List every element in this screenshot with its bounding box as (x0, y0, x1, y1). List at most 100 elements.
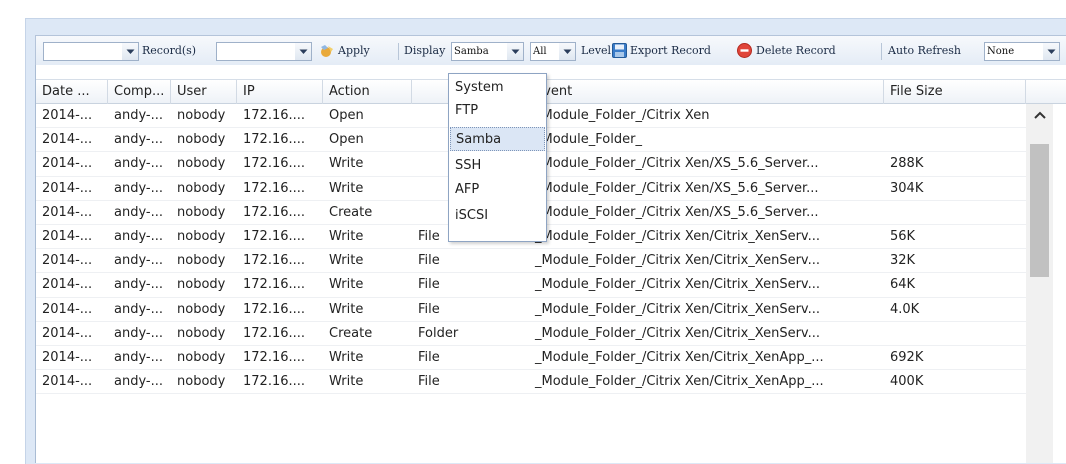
cell-action: Write (329, 180, 364, 196)
cell-computer: andy-... (114, 108, 164, 123)
dropdown-option-afp[interactable]: AFP (450, 178, 545, 202)
scroll-up-button[interactable] (1026, 104, 1053, 126)
cell-computer: andy-... (114, 349, 164, 365)
cell-action: Open (329, 108, 364, 123)
cell-event: _Module_Folder_/Citrix Xen/XS_5.6_Server… (535, 156, 819, 172)
cell-event: _Module_Folder_/Citrix Xen (535, 108, 710, 123)
cell-ip: 172.16.... (243, 349, 306, 365)
column-header-date[interactable]: Date ... (36, 80, 108, 104)
column-header-user[interactable]: User (171, 80, 237, 104)
cell-ip: 172.16.... (243, 132, 306, 148)
export-record-button[interactable]: Export Record (612, 36, 711, 65)
chevron-down-icon (126, 49, 134, 54)
filter-combo[interactable] (43, 42, 123, 61)
column-header-action[interactable]: Action (323, 80, 412, 104)
auto-refresh-dropdown-button[interactable] (1043, 42, 1060, 61)
cell-date: 2014-... (42, 204, 93, 220)
column-header-ip[interactable]: IP (237, 80, 323, 104)
column-header-file-size[interactable]: File Size (884, 80, 1026, 104)
cell-computer: andy-... (114, 325, 164, 341)
records-combo[interactable] (216, 42, 296, 61)
cell-user: nobody (177, 132, 226, 148)
auto-refresh-combo[interactable]: None (984, 42, 1044, 61)
cell-file-size: 692K (890, 349, 924, 365)
records-label: Record(s) (142, 44, 197, 57)
dropdown-option-samba[interactable]: Samba (450, 127, 545, 151)
cell-type: File (418, 277, 440, 293)
grid-header: Date ... Comp... User IP Action Event Fi… (36, 79, 1066, 104)
apply-icon (321, 44, 333, 57)
chevron-down-icon (511, 49, 519, 54)
records-combo-dropdown-button[interactable] (295, 42, 312, 61)
cell-file-size (884, 322, 1026, 345)
chevron-up-icon (1033, 111, 1046, 119)
cell-date: 2014-... (42, 349, 93, 365)
cell-file-size (884, 201, 1026, 224)
cell-file-size: 304K (890, 180, 924, 196)
cell-computer: andy-... (114, 374, 164, 390)
cell-ip: 172.16.... (243, 108, 306, 123)
table-row[interactable]: 2014-... andy-... nobody 172.16.... Write Fil… (36, 370, 1026, 395)
table-row[interactable]: 2014-... andy-... nobody 172.16.... Write Fil… (36, 273, 1026, 298)
cell-file-size: 56K (890, 228, 916, 244)
cell-user: nobody (177, 301, 226, 317)
apply-button[interactable]: Apply (319, 36, 370, 65)
column-header-event[interactable]: Event (529, 80, 884, 104)
scrollbar-thumb[interactable] (1030, 144, 1049, 277)
cell-type: File (418, 374, 440, 390)
display-combo-dropdown-button[interactable] (507, 42, 524, 61)
table-row[interactable]: 2014-... andy-... nobody 172.16.... Write Fil… (36, 298, 1026, 322)
cell-file-size: 32K (890, 253, 916, 269)
delete-record-button[interactable]: Delete Record (737, 36, 836, 65)
cell-file-size: 4.0K (890, 301, 920, 317)
cell-event: _Module_Folder_ (535, 132, 642, 148)
scope-combo[interactable]: All (530, 42, 560, 61)
cell-date: 2014-... (42, 253, 93, 269)
cell-computer: andy-... (114, 132, 164, 148)
chevron-down-icon (299, 49, 307, 54)
table-row[interactable]: 2014-... andy-... nobody 172.16.... Create Fo… (36, 322, 1026, 346)
column-header-computer[interactable]: Comp... (108, 80, 171, 104)
apply-label: Apply (338, 44, 370, 57)
cell-action: Write (329, 156, 364, 172)
toolbar-separator (881, 43, 882, 60)
cell-user: nobody (177, 277, 226, 293)
chevron-down-icon (1047, 49, 1055, 54)
vertical-scrollbar[interactable] (1026, 104, 1053, 463)
scope-combo-dropdown-button[interactable] (559, 42, 576, 61)
display-combo[interactable]: Samba (451, 42, 508, 61)
cell-date: 2014-... (42, 301, 93, 317)
cell-computer: andy-... (114, 156, 164, 172)
table-row[interactable]: 2014-... andy-... nobody 172.16.... Write Fil… (36, 249, 1026, 274)
cell-date: 2014-... (42, 277, 93, 293)
cell-action: Write (329, 374, 364, 390)
dropdown-option-ftp[interactable]: FTP (450, 99, 545, 123)
chevron-down-icon (563, 49, 571, 54)
delete-icon (737, 43, 752, 58)
cell-date: 2014-... (42, 132, 93, 148)
cell-ip: 172.16.... (243, 228, 306, 244)
dropdown-option-system[interactable]: System (450, 76, 545, 100)
export-record-label: Export Record (630, 44, 711, 57)
filter-combo-dropdown-button[interactable] (122, 42, 139, 61)
cell-event: _Module_Folder_/Citrix Xen/Citrix_XenSer… (535, 277, 821, 293)
cell-date: 2014-... (42, 180, 93, 196)
table-row[interactable]: 2014-... andy-... nobody 172.16.... Write Fil… (36, 346, 1026, 371)
cell-action: Write (329, 253, 364, 269)
cell-type: File (418, 349, 440, 365)
cell-event: _Module_Folder_/Citrix Xen/Citrix_XenSer… (535, 301, 821, 317)
cell-user: nobody (177, 374, 226, 390)
display-label: Display (404, 44, 446, 57)
cell-date: 2014-... (42, 374, 93, 390)
cell-user: nobody (177, 180, 226, 196)
dropdown-option-iscsi[interactable]: iSCSI (450, 204, 545, 228)
cell-file-size (884, 104, 1026, 127)
cell-file-size: 400K (890, 374, 924, 390)
cell-action: Write (329, 228, 364, 244)
cell-type: File (418, 301, 440, 317)
cell-computer: andy-... (114, 277, 164, 293)
dropdown-option-ssh[interactable]: SSH (450, 154, 545, 178)
cell-user: nobody (177, 204, 226, 220)
cell-action: Write (329, 349, 364, 365)
cell-ip: 172.16.... (243, 374, 306, 390)
